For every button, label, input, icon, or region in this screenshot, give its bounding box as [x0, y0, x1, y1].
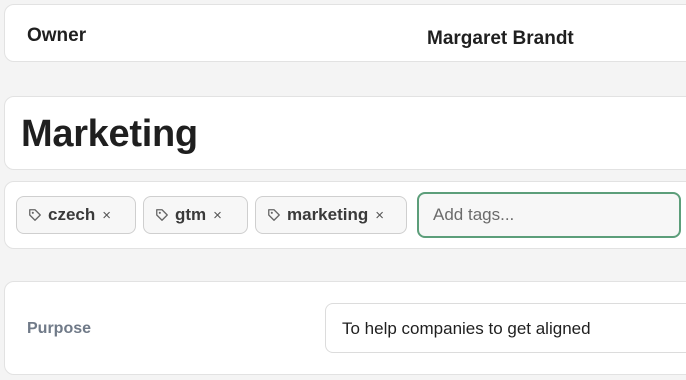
tags-row: czech × gtm × marketing × [4, 181, 686, 249]
page-title[interactable]: Marketing [21, 113, 198, 156]
owner-label: Owner [27, 25, 87, 46]
tag-label: marketing [287, 205, 369, 224]
purpose-label: Purpose [27, 320, 92, 337]
purpose-field[interactable]: To help companies to get aligned [325, 303, 686, 353]
tag-chip-czech: czech × [16, 196, 136, 234]
tag-icon [155, 208, 169, 222]
add-tags-input[interactable] [417, 192, 681, 238]
close-icon[interactable]: × [213, 208, 222, 223]
owner-value[interactable]: Margaret Brandt [427, 28, 574, 50]
tag-chip-gtm: gtm × [143, 196, 248, 234]
tag-icon [28, 208, 42, 222]
owner-row: Owner Margaret Brandt [4, 4, 686, 62]
tag-label: gtm [175, 205, 207, 224]
tag-icon [267, 208, 281, 222]
purpose-row: Purpose To help companies to get aligned [4, 281, 686, 375]
tag-chip-marketing: marketing × [255, 196, 407, 234]
tag-label: czech [48, 205, 96, 224]
close-icon[interactable]: × [102, 208, 111, 223]
title-row: Marketing [4, 96, 686, 170]
close-icon[interactable]: × [375, 208, 384, 223]
